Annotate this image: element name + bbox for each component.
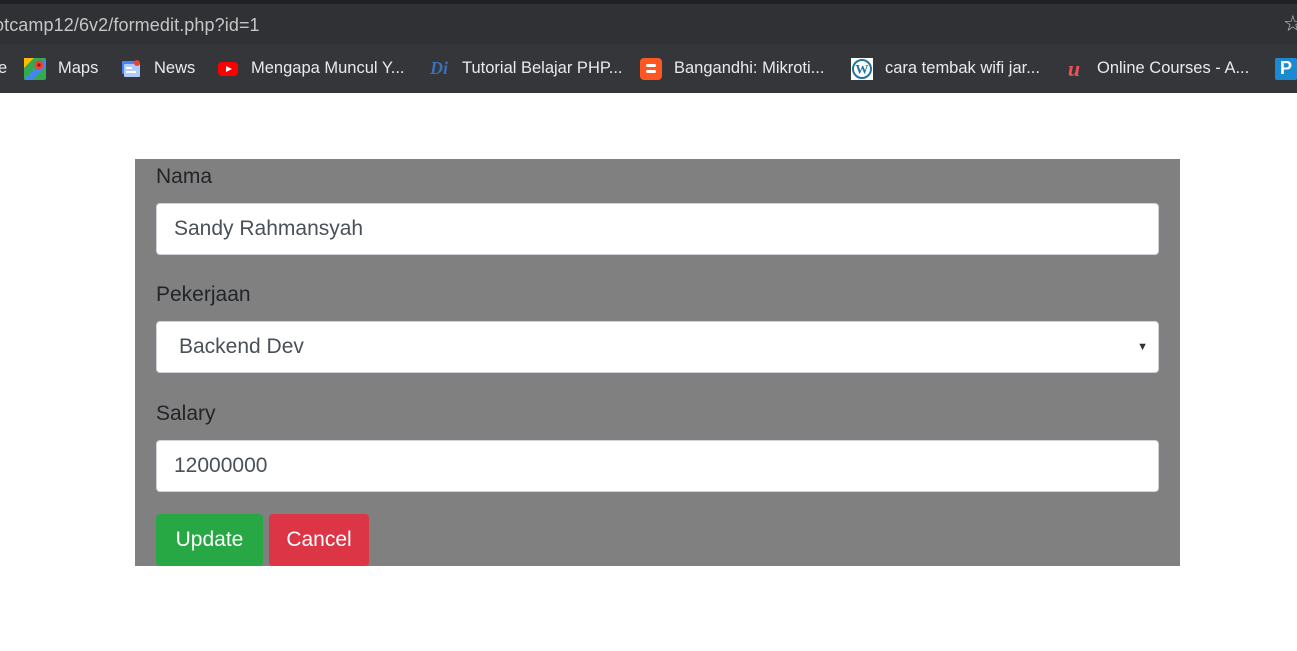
- bookmark-maps[interactable]: Maps: [24, 44, 98, 93]
- pekerjaan-select[interactable]: Backend Dev ▼: [156, 321, 1159, 373]
- google-news-icon: [120, 58, 142, 80]
- bookmark-star-icon[interactable]: ☆: [1283, 11, 1297, 37]
- bookmark-label: News: [154, 59, 196, 77]
- google-maps-icon: [24, 57, 46, 80]
- salary-value: 12000000: [174, 454, 268, 477]
- nama-label: Nama: [156, 165, 213, 188]
- address-bar[interactable]: otcamp12/6v2/formedit.php?id=1 ☆: [0, 4, 1297, 44]
- bookmark-label: Tutorial Belajar PHP...: [462, 59, 623, 77]
- bookmark-news[interactable]: News: [120, 44, 195, 93]
- bookmark-label: Bangandhi: Mikroti...: [674, 59, 825, 77]
- nama-input[interactable]: Sandy Rahmansyah: [156, 203, 1159, 255]
- bookmark-partial[interactable]: P: [1275, 44, 1297, 93]
- wordpress-icon: W: [851, 57, 873, 80]
- youtube-icon: [217, 58, 239, 80]
- cancel-button[interactable]: Cancel: [269, 514, 369, 566]
- pekerjaan-value: Backend Dev: [179, 335, 304, 358]
- chevron-down-icon: ▼: [1137, 341, 1148, 353]
- bookmark-cara-tembak-wifi[interactable]: W cara tembak wifi jar...: [851, 44, 1040, 93]
- bookmark-label: cara tembak wifi jar...: [885, 59, 1040, 77]
- url-text[interactable]: otcamp12/6v2/formedit.php?id=1: [0, 15, 260, 36]
- udemy-icon: u: [1067, 55, 1081, 81]
- bookmark-label: Mengapa Muncul Y...: [251, 59, 405, 77]
- edit-form: Nama Sandy Rahmansyah Pekerjaan Backend …: [135, 159, 1180, 566]
- bookmark-online-courses[interactable]: u Online Courses - A...: [1063, 44, 1249, 93]
- blogger-icon: [640, 57, 662, 80]
- bookmark-tutorial-php[interactable]: Di Tutorial Belajar PHP...: [428, 44, 623, 93]
- pekerjaan-label: Pekerjaan: [156, 283, 251, 306]
- bookmark-label: Online Courses - A...: [1097, 59, 1250, 77]
- svg-text:W: W: [856, 61, 869, 76]
- bookmark-bangandhi[interactable]: Bangandhi: Mikroti...: [640, 44, 824, 93]
- nama-value: Sandy Rahmansyah: [174, 217, 364, 240]
- bookmark-cut-label[interactable]: e: [0, 44, 7, 93]
- bookmark-youtube[interactable]: Mengapa Muncul Y...: [217, 44, 405, 93]
- update-button[interactable]: Update: [156, 514, 263, 566]
- salary-label: Salary: [156, 402, 216, 425]
- duniailkom-icon: Di: [430, 58, 448, 78]
- salary-input[interactable]: 12000000: [156, 440, 1159, 492]
- pinterest-icon: P: [1275, 57, 1297, 80]
- bookmarks-bar: e Maps News Mengapa Muncul Y... Di Tutor…: [0, 44, 1297, 93]
- bookmark-label: Maps: [58, 59, 99, 77]
